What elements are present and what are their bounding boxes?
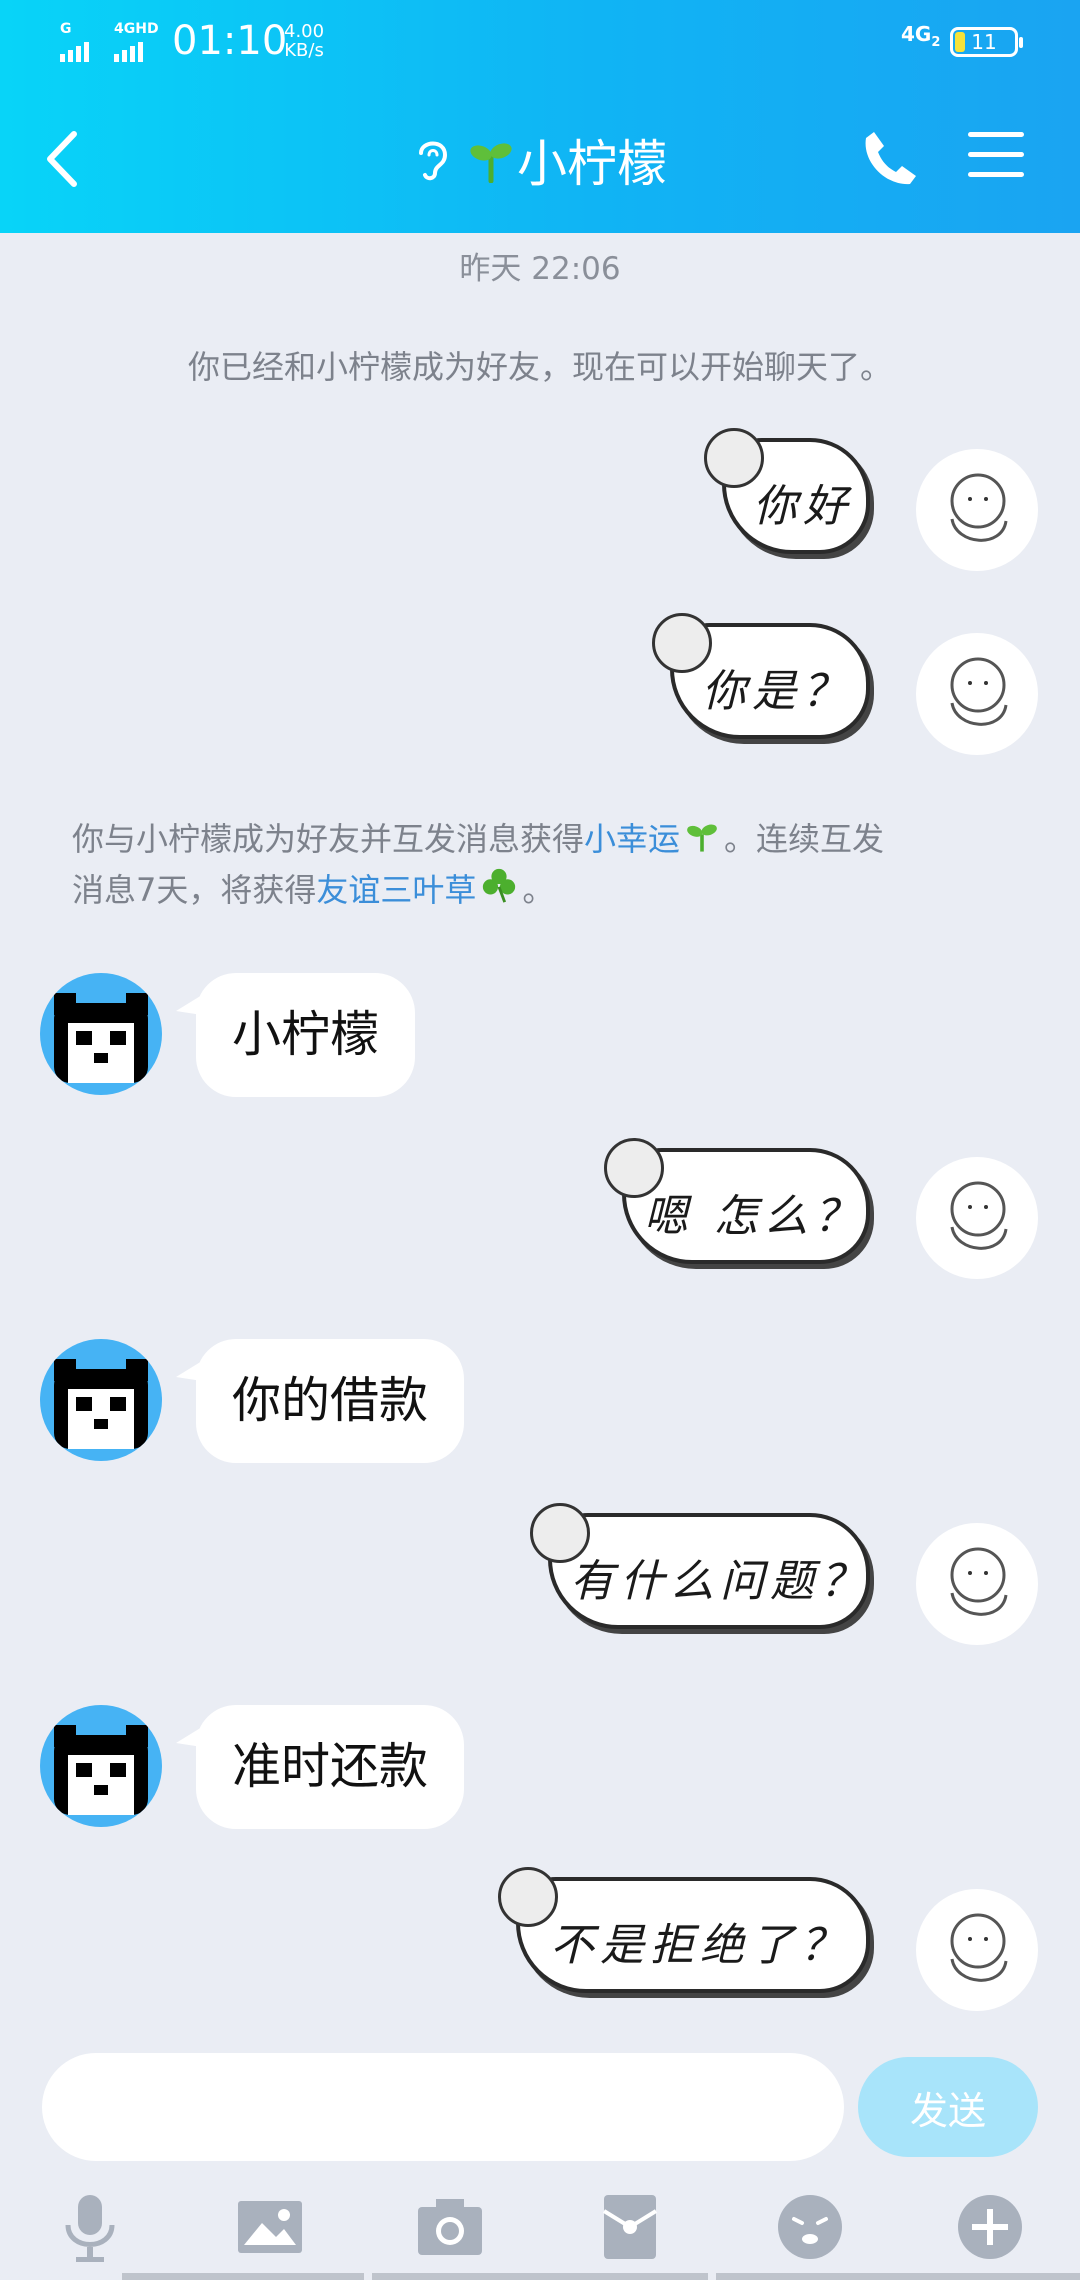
network-type-label: G bbox=[60, 21, 72, 37]
incoming-message-bubble[interactable]: 准时还款 bbox=[175, 1705, 465, 1829]
network-type-label-2: 4GHD bbox=[114, 21, 159, 37]
phone-icon bbox=[865, 132, 916, 185]
battery-icon: 11 bbox=[950, 27, 1023, 57]
reward-text-2: 。连续互发 bbox=[724, 820, 885, 858]
lucky-link[interactable]: 小幸运 bbox=[584, 820, 680, 858]
network-speed: 4.00 KB/s bbox=[284, 22, 324, 60]
outgoing-sticker-bubble[interactable]: 有什么问题？ bbox=[530, 1503, 892, 1643]
message-text: 你好 bbox=[753, 481, 853, 532]
reward-text-3: 消息7天，将获得 bbox=[72, 870, 317, 909]
microphone-icon[interactable] bbox=[52, 2189, 128, 2265]
camera-icon[interactable] bbox=[412, 2189, 488, 2265]
mobile-data-sub: 2 bbox=[931, 35, 941, 50]
incoming-message-bubble[interactable]: 小柠檬 bbox=[175, 973, 416, 1097]
send-button[interactable]: 发送 bbox=[858, 2057, 1038, 2157]
title-group: 小柠檬 bbox=[469, 124, 667, 196]
mobile-data-indicator: 4G2 bbox=[901, 22, 940, 50]
my-avatar[interactable] bbox=[916, 449, 1038, 571]
system-friend-notice: 你已经和小柠檬成为好友，现在可以开始聊天了。 bbox=[187, 348, 892, 386]
message-text: 有什么问题？ bbox=[570, 1556, 870, 1607]
my-avatar[interactable] bbox=[916, 633, 1038, 755]
menu-button[interactable] bbox=[968, 132, 1024, 182]
system-reward-notice: 你与小柠檬成为好友并互发消息获得小幸运 。连续互发消息7天，将获得友谊三叶草 。 bbox=[72, 815, 1022, 917]
message-timestamp: 昨天 22:06 bbox=[459, 251, 621, 287]
reward-text-4: 。 bbox=[522, 870, 555, 909]
message-text: 嗯 怎么？ bbox=[644, 1191, 864, 1242]
outgoing-sticker-bubble[interactable]: 不是拒绝了？ bbox=[498, 1867, 892, 2007]
red-packet-icon[interactable] bbox=[592, 2189, 668, 2265]
message-text: 你是？ bbox=[702, 666, 852, 717]
sprout-icon bbox=[469, 133, 513, 187]
input-bar: 发送 bbox=[0, 2043, 1080, 2183]
my-avatar[interactable] bbox=[916, 1889, 1038, 2011]
tab-indicator bbox=[122, 2273, 364, 2280]
chat-header: G 4GHD 01:10 4.00 KB/s 4G2 11 小柠檬 bbox=[0, 0, 1080, 233]
incoming-message-bubble[interactable]: 你的借款 bbox=[175, 1339, 465, 1463]
message-list[interactable]: 昨天 22:06 你已经和小柠檬成为好友，现在可以开始聊天了。 你与小柠檬成为好… bbox=[0, 233, 1080, 2043]
my-avatar[interactable] bbox=[916, 1157, 1038, 1279]
network-speed-unit: KB/s bbox=[284, 40, 324, 61]
hamburger-icon bbox=[968, 132, 1024, 177]
tab-indicator bbox=[372, 2273, 708, 2280]
outgoing-sticker-bubble[interactable]: 你是？ bbox=[652, 613, 892, 753]
my-avatar[interactable] bbox=[916, 1523, 1038, 1645]
status-bar: G 4GHD 01:10 4.00 KB/s 4G2 11 bbox=[0, 0, 1080, 86]
contact-name-title: 小柠檬 bbox=[517, 135, 667, 193]
chat-toolbar bbox=[0, 2183, 1080, 2280]
contact-avatar[interactable] bbox=[40, 1339, 162, 1461]
voice-call-button[interactable] bbox=[860, 128, 920, 188]
clover-icon bbox=[480, 866, 518, 917]
contact-avatar[interactable] bbox=[40, 973, 162, 1095]
message-text: 不是拒绝了？ bbox=[550, 1920, 850, 1971]
status-time: 01:10 bbox=[172, 18, 288, 64]
network-speed-value: 4.00 bbox=[284, 21, 325, 42]
mobile-data-label: 4G bbox=[901, 22, 932, 46]
image-icon[interactable] bbox=[232, 2189, 308, 2265]
tab-indicator bbox=[716, 2273, 1080, 2280]
reward-text-1: 你与小柠檬成为好友并互发消息获得 bbox=[72, 820, 585, 858]
message-input[interactable] bbox=[42, 2053, 844, 2161]
ear-icon[interactable] bbox=[413, 133, 453, 187]
outgoing-sticker-bubble[interactable]: 你好 bbox=[704, 428, 892, 568]
outgoing-sticker-bubble[interactable]: 嗯 怎么？ bbox=[604, 1138, 892, 1278]
emoji-icon[interactable] bbox=[772, 2189, 848, 2265]
contact-avatar[interactable] bbox=[40, 1705, 162, 1827]
sprout-icon bbox=[684, 817, 720, 866]
clover-link[interactable]: 友谊三叶草 bbox=[316, 871, 476, 909]
plus-icon[interactable] bbox=[952, 2189, 1028, 2265]
battery-level: 11 bbox=[971, 30, 997, 54]
